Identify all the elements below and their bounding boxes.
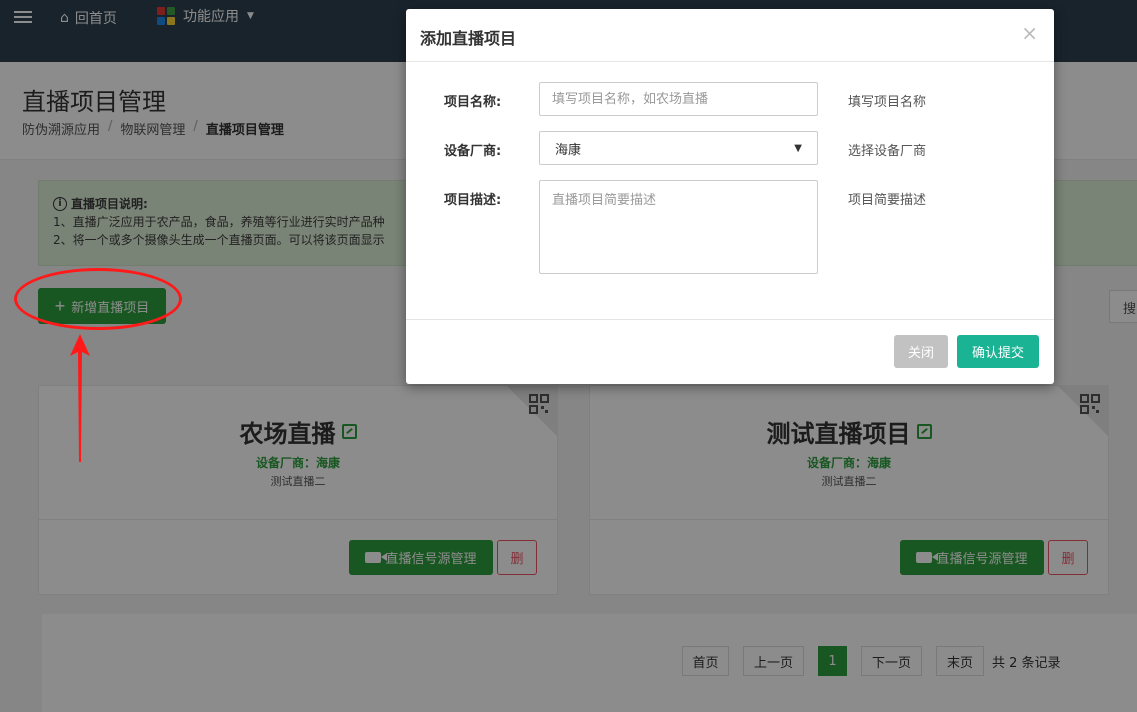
annotation-arrow-icon bbox=[70, 334, 90, 462]
vendor-label: 设备厂商: bbox=[444, 144, 502, 159]
project-name-help: 填写项目名称 bbox=[848, 95, 927, 110]
modal-close-button[interactable]: 关闭 bbox=[894, 335, 948, 368]
project-desc-help: 项目简要描述 bbox=[848, 193, 927, 208]
modal-title: 添加直播项目 bbox=[420, 29, 517, 48]
annotation-ellipse bbox=[14, 268, 182, 330]
caret-down-icon: ▼ bbox=[794, 142, 802, 154]
modal-submit-button[interactable]: 确认提交 bbox=[957, 335, 1039, 368]
project-name-label: 项目名称: bbox=[444, 95, 502, 110]
modal-header: 添加直播项目 × bbox=[406, 9, 1054, 62]
vendor-select[interactable]: 海康 ▼ bbox=[539, 131, 818, 165]
project-name-input[interactable] bbox=[539, 82, 818, 116]
project-desc-textarea[interactable] bbox=[539, 180, 818, 274]
add-project-modal: 添加直播项目 × 项目名称: 填写项目名称 设备厂商: 海康 ▼ 选择设备厂商 … bbox=[406, 9, 1054, 384]
close-icon[interactable]: × bbox=[1021, 23, 1038, 43]
modal-footer bbox=[406, 319, 1054, 320]
vendor-select-value: 海康 bbox=[555, 142, 582, 158]
vendor-help: 选择设备厂商 bbox=[848, 144, 927, 159]
project-desc-label: 项目描述: bbox=[444, 193, 502, 208]
